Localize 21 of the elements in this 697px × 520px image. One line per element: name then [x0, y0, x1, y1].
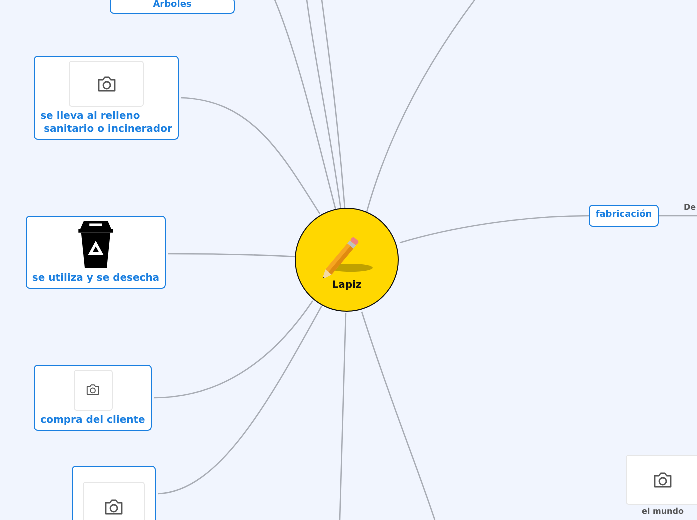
camera-icon: [96, 76, 116, 92]
topic-label: se utiliza y se desecha: [32, 272, 160, 285]
subtopic-label[interactable]: el mundo: [642, 507, 684, 516]
camera-icon: [86, 384, 100, 396]
topic-node[interactable]: se utiliza y se desecha: [26, 216, 166, 289]
central-topic-title: Lapiz: [332, 280, 362, 290]
topic-node[interactable]: [72, 466, 156, 520]
camera-icon: [653, 472, 673, 488]
topic-label: fabricación: [596, 210, 652, 222]
topic-node[interactable]: se lleva al relleno sanitario o incinerador: [34, 56, 179, 140]
topic-node[interactable]: compra del cliente: [34, 365, 152, 431]
camera-icon: [104, 498, 124, 516]
topic-label: Arboles: [153, 0, 192, 12]
central-topic-circle[interactable]: Lapiz: [295, 208, 399, 312]
topic-label: se lleva al relleno sanitario o incinerador: [40, 111, 172, 136]
recycle-bin-icon: [77, 221, 115, 268]
topic-node[interactable]: fabricación: [589, 205, 659, 227]
connector-line: [658, 215, 697, 217]
topic-label: compra del cliente: [40, 414, 146, 427]
topic-node[interactable]: Arboles: [110, 0, 235, 14]
subtopic-label[interactable]: De: [684, 203, 696, 212]
